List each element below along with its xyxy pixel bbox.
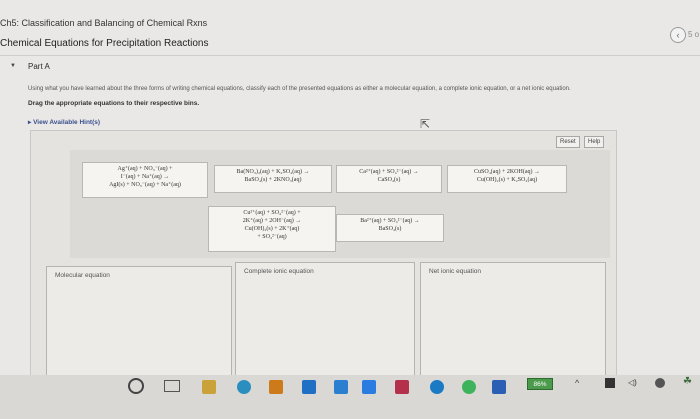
- card-line: CaSO₄(s): [377, 177, 401, 183]
- equation-card-4[interactable]: CuSO₄(aq) + 2KOH(aq) → Cu(OH)₂(s) + K₂SO…: [447, 165, 567, 193]
- card-line: BaSO₄(s) + 2KNO₃(aq): [244, 177, 302, 183]
- card-line: Ba²⁺(aq) + SO₄²⁻(aq) →: [360, 218, 420, 224]
- help-button[interactable]: Help: [584, 136, 605, 148]
- view-hints-link[interactable]: ▸ View Available Hint(s): [28, 118, 100, 126]
- assignment-title: Chemical Equations for Precipitation Rea…: [0, 38, 209, 49]
- pocket-icon[interactable]: [395, 380, 409, 394]
- collapse-arrow-icon[interactable]: ▼: [10, 63, 16, 69]
- card-line: + SO₄²⁻(aq): [257, 234, 287, 240]
- equation-card-5[interactable]: Cu²⁺(aq) + SO₄²⁻(aq) + 2K⁺(aq) + 2OH⁻(aq…: [208, 206, 336, 252]
- course-title: Ch5: Classification and Balancing of Che…: [0, 18, 208, 28]
- card-line: I⁻(aq) + Na⁺(aq) →: [120, 174, 170, 180]
- mail-icon[interactable]: [302, 380, 316, 394]
- mouse-cursor-icon: ⇱: [420, 117, 431, 131]
- card-line: Cu(OH)₂(s) + K₂SO₄(aq): [476, 177, 538, 183]
- card-line: 2K⁺(aq) + 2OH⁻(aq) →: [242, 218, 302, 224]
- search-icon[interactable]: [128, 378, 144, 394]
- bin-net-ionic-equation[interactable]: Net ionic equation: [420, 262, 606, 380]
- task-view-icon[interactable]: [164, 380, 180, 392]
- chrome-icon[interactable]: [462, 380, 476, 394]
- app-o-icon[interactable]: [362, 380, 376, 394]
- page-indicator: 5 o: [688, 30, 700, 39]
- card-line: Ag⁺(aq) + NO₃⁻(aq) +: [117, 166, 173, 172]
- bin-molecular-equation[interactable]: Molecular equation: [46, 266, 232, 380]
- bin-complete-ionic-equation[interactable]: Complete ionic equation: [235, 262, 415, 380]
- network-icon[interactable]: [605, 378, 615, 388]
- battery-indicator[interactable]: 86%: [527, 378, 553, 390]
- card-line: Cu²⁺(aq) + SO₄²⁻(aq) +: [243, 210, 301, 216]
- drag-instruction: Drag the appropriate equations to their …: [28, 100, 200, 107]
- equation-card-3[interactable]: Ca²⁺(aq) + SO₄²⁻(aq) → CaSO₄(s): [336, 165, 442, 193]
- card-line: CuSO₄(aq) + 2KOH(aq) →: [474, 169, 540, 175]
- card-line: Ba(NO₃)₂(aq) + K₂SO₄(aq) →: [236, 169, 310, 175]
- header-divider: [0, 55, 700, 56]
- bin-label: Net ionic equation: [429, 268, 482, 275]
- card-line: AgI(s) + NO₃⁻(aq) + Na⁺(aq): [109, 182, 181, 188]
- equation-card-1[interactable]: Ag⁺(aq) + NO₃⁻(aq) + I⁻(aq) + Na⁺(aq) → …: [82, 162, 208, 198]
- bin-label: Molecular equation: [55, 272, 110, 279]
- reset-button[interactable]: Reset: [556, 136, 580, 148]
- equation-card-6[interactable]: Ba²⁺(aq) + SO₄²⁻(aq) → BaSO₄(s): [336, 214, 444, 242]
- question-instruction: Using what you have learned about the th…: [28, 86, 571, 92]
- edge-icon[interactable]: [237, 380, 251, 394]
- teams-icon[interactable]: [430, 380, 444, 394]
- bin-label: Complete ionic equation: [244, 268, 314, 275]
- part-label: Part A: [28, 62, 50, 71]
- equation-card-2[interactable]: Ba(NO₃)₂(aq) + K₂SO₄(aq) → BaSO₄(s) + 2K…: [214, 165, 332, 193]
- prev-arrow-icon[interactable]: ‹: [670, 27, 686, 43]
- store-icon[interactable]: [269, 380, 283, 394]
- word-l-icon[interactable]: [334, 380, 348, 394]
- volume-icon[interactable]: ◁): [628, 378, 637, 387]
- word-icon[interactable]: [492, 380, 506, 394]
- hints-label: View Available Hint(s): [33, 119, 101, 126]
- file-explorer-icon[interactable]: [202, 380, 216, 394]
- leaf-icon[interactable]: ☘: [683, 376, 692, 387]
- taskbar: [0, 375, 700, 419]
- card-line: BaSO₄(s): [378, 226, 402, 232]
- card-line: Cu(OH)₂(s) + 2K⁺(aq): [244, 226, 300, 232]
- card-line: Ca²⁺(aq) + SO₄²⁻(aq) →: [359, 169, 419, 175]
- chevron-up-icon[interactable]: ^: [575, 378, 579, 388]
- notification-icon[interactable]: [655, 378, 665, 388]
